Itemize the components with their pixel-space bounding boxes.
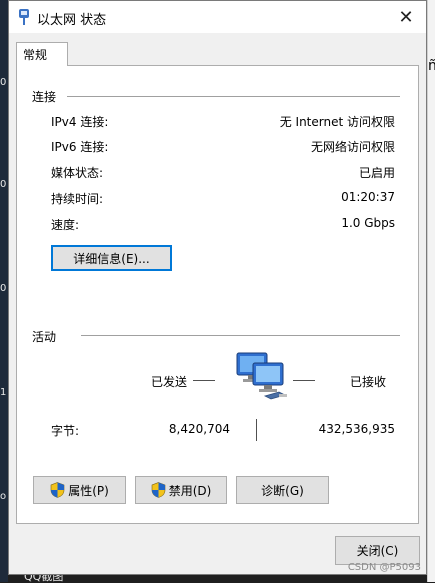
network-adapter-icon — [19, 9, 29, 25]
diagnose-button[interactable]: 诊断(G) — [236, 476, 329, 504]
details-button-label: 详细信息(E)... — [73, 251, 150, 266]
details-button[interactable]: 详细信息(E)... — [51, 245, 172, 271]
disable-button[interactable]: 禁用(D) — [135, 476, 227, 504]
media-state-label: 媒体状态: — [51, 166, 104, 180]
disable-button-label: 禁用(D) — [168, 483, 212, 498]
media-state-value: 已启用 — [358, 166, 395, 180]
duration-label: 持续时间: — [51, 192, 104, 206]
speed-label: 速度: — [51, 218, 80, 232]
bytes-received-value: 432,536,935 — [318, 422, 395, 436]
shield-icon — [151, 482, 165, 498]
ipv4-value: 无 Internet 访问权限 — [279, 115, 395, 129]
sent-dash — [193, 380, 215, 381]
desktop-fragment: 0 — [0, 77, 7, 88]
close-button[interactable]: 关闭(C) — [335, 536, 420, 565]
watermark: CSDN @P5093 — [347, 562, 421, 573]
speed-value: 1.0 Gbps — [341, 216, 395, 230]
connection-divider — [67, 96, 400, 97]
ipv6-value: 无网络访问权限 — [310, 140, 395, 154]
activity-divider — [81, 335, 400, 336]
tab-general[interactable]: 常规 — [16, 42, 68, 66]
shield-icon — [50, 482, 65, 498]
sent-label: 已发送 — [151, 375, 188, 389]
close-icon[interactable]: ✕ — [386, 1, 426, 33]
duration-value: 01:20:37 — [341, 190, 395, 204]
desktop-fragment: 0 — [0, 179, 7, 190]
close-button-label: 关闭(C) — [356, 544, 399, 558]
desktop-fragment: 0 — [0, 283, 7, 294]
received-dash — [293, 380, 315, 381]
properties-button[interactable]: 属性(P) — [33, 476, 126, 504]
connection-section-label: 连接 — [32, 90, 57, 104]
desktop-fragment: o — [0, 491, 7, 502]
bytes-label: 字节: — [51, 424, 80, 438]
general-tab-panel: 连接 IPv4 连接: 无 Internet 访问权限 IPv6 连接: 无网络… — [16, 65, 419, 524]
background-window-fragment: ñ — [428, 58, 435, 74]
title-bar: 以太网 状态 ✕ — [9, 1, 426, 33]
properties-button-label: 属性(P) — [68, 483, 109, 498]
background-window-edge — [427, 0, 435, 582]
activity-section-label: 活动 — [32, 330, 57, 344]
bytes-separator — [256, 419, 257, 441]
diagnose-button-label: 诊断(G) — [261, 483, 304, 498]
desktop-fragment: 1 — [0, 387, 7, 398]
network-computers-icon — [236, 352, 287, 400]
ipv4-label: IPv4 连接: — [51, 115, 109, 129]
ipv6-label: IPv6 连接: — [51, 140, 109, 154]
bytes-sent-value: 8,420,704 — [168, 422, 230, 436]
window-title: 以太网 状态 — [37, 13, 107, 28]
ethernet-status-dialog: 以太网 状态 ✕ 常规 连接 IPv4 连接: 无 Internet 访问权限 … — [8, 0, 427, 575]
received-label: 已接收 — [350, 375, 387, 389]
